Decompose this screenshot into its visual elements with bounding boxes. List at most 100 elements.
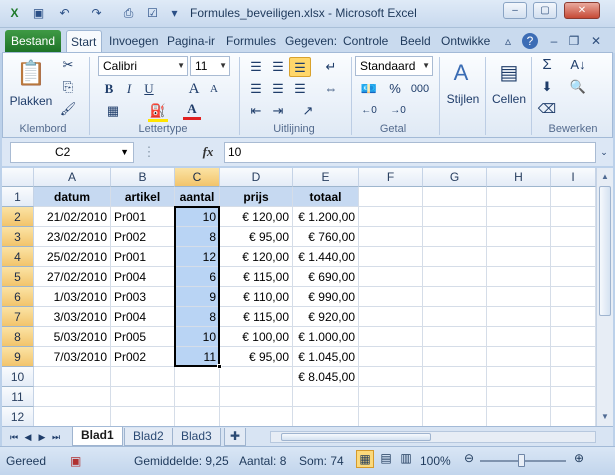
cell-a12[interactable] xyxy=(34,407,111,426)
tab-review[interactable]: Controle xyxy=(339,30,395,52)
expand-formula-bar-icon[interactable]: ⌄ xyxy=(598,144,610,160)
minimize-ribbon-icon[interactable]: ▵ xyxy=(500,33,516,49)
align-center-icon[interactable]: ☰ xyxy=(269,81,287,97)
decrease-indent-icon[interactable]: ⇤ xyxy=(247,103,265,119)
cell-f6[interactable] xyxy=(359,287,423,307)
zoom-slider-handle[interactable] xyxy=(518,454,525,467)
align-top-icon[interactable]: ☰ xyxy=(247,59,265,75)
cell-g6[interactable] xyxy=(423,287,487,307)
cell-b8[interactable]: Pr005 xyxy=(111,327,175,347)
format-painter-icon[interactable]: 🖌 xyxy=(59,101,77,117)
percent-button[interactable]: % xyxy=(387,81,403,97)
cell-i11[interactable] xyxy=(551,387,596,407)
cell-f2[interactable] xyxy=(359,207,423,227)
cell-f11[interactable] xyxy=(359,387,423,407)
cell-f8[interactable] xyxy=(359,327,423,347)
cell-b4[interactable]: Pr001 xyxy=(111,247,175,267)
cell-i7[interactable] xyxy=(551,307,596,327)
number-format-dropdown[interactable]: Standaard ▼ xyxy=(355,56,433,76)
autosum-icon[interactable]: Σ xyxy=(537,57,557,73)
cell-h6[interactable] xyxy=(487,287,551,307)
cell-i5[interactable] xyxy=(551,267,596,287)
column-header-c[interactable]: C xyxy=(175,168,220,187)
row-header-9[interactable]: 9 xyxy=(2,347,34,367)
cell-h3[interactable] xyxy=(487,227,551,247)
cell-g1[interactable] xyxy=(423,187,487,207)
cell-b3[interactable]: Pr002 xyxy=(111,227,175,247)
cell-g2[interactable] xyxy=(423,207,487,227)
page-layout-view-icon[interactable]: ▤ xyxy=(378,451,394,465)
spreadsheet-grid[interactable]: A B C D E F G H I 1 datum artikel aantal prijs totaal 2… xyxy=(2,168,596,426)
cell-f9[interactable] xyxy=(359,347,423,367)
cell-g7[interactable] xyxy=(423,307,487,327)
cell-e10[interactable]: € 8.045,00 xyxy=(293,367,359,387)
cell-f4[interactable] xyxy=(359,247,423,267)
window-minimize-icon[interactable]: ‒ xyxy=(546,33,562,49)
cell-a5[interactable]: 27/02/2010 xyxy=(34,267,111,287)
wrap-text-icon[interactable]: ↵ xyxy=(321,59,341,75)
cell-e3[interactable]: € 760,00 xyxy=(293,227,359,247)
cell-b1[interactable]: artikel xyxy=(111,187,175,207)
cell-i2[interactable] xyxy=(551,207,596,227)
cell-d12[interactable] xyxy=(220,407,293,426)
cell-e2[interactable]: € 1.200,00 xyxy=(293,207,359,227)
borders-icon[interactable]: ▦ xyxy=(101,103,125,119)
undo-icon[interactable]: ↶ xyxy=(56,5,73,22)
cell-a8[interactable]: 5/03/2010 xyxy=(34,327,111,347)
tab-view[interactable]: Beeld xyxy=(396,30,435,52)
prev-sheet-icon[interactable]: ◀ xyxy=(22,429,34,445)
styles-icon[interactable]: A xyxy=(447,59,475,87)
cell-a3[interactable]: 23/02/2010 xyxy=(34,227,111,247)
cell-i9[interactable] xyxy=(551,347,596,367)
cell-b11[interactable] xyxy=(111,387,175,407)
maximize-button[interactable]: ▢ xyxy=(533,2,557,19)
cell-c11[interactable] xyxy=(175,387,220,407)
insert-function-button[interactable]: fx xyxy=(198,144,218,160)
cell-g12[interactable] xyxy=(423,407,487,426)
column-header-b[interactable]: B xyxy=(111,168,175,187)
hscroll-thumb[interactable] xyxy=(281,433,431,441)
row-header-11[interactable]: 11 xyxy=(2,387,34,407)
cell-b2[interactable]: Pr001 xyxy=(111,207,175,227)
cell-g4[interactable] xyxy=(423,247,487,267)
sheet-tab-blad3[interactable]: Blad3 xyxy=(172,428,221,446)
cell-b5[interactable]: Pr004 xyxy=(111,267,175,287)
insert-sheet-icon[interactable]: ✚ xyxy=(224,428,247,446)
cell-h4[interactable] xyxy=(487,247,551,267)
clear-icon[interactable]: ⌫ xyxy=(537,101,557,117)
cell-c1[interactable]: aantal xyxy=(175,187,220,207)
next-sheet-icon[interactable]: ▶ xyxy=(36,429,48,445)
vertical-scrollbar[interactable]: ▲ ▼ xyxy=(596,168,613,426)
cell-f3[interactable] xyxy=(359,227,423,247)
customize-toolbar-icon[interactable]: ▾ xyxy=(166,5,183,22)
column-header-i[interactable]: I xyxy=(551,168,596,187)
tab-insert[interactable]: Invoegen xyxy=(105,30,162,52)
row-header-10[interactable]: 10 xyxy=(2,367,34,387)
cell-d5[interactable]: € 115,00 xyxy=(220,267,293,287)
redo-icon[interactable]: ↷ xyxy=(88,5,105,22)
name-box[interactable]: C2 ▼ xyxy=(10,142,134,163)
cell-f7[interactable] xyxy=(359,307,423,327)
row-header-1[interactable]: 1 xyxy=(2,187,34,207)
page-break-view-icon[interactable]: ▥ xyxy=(398,451,414,465)
find-select-icon[interactable]: 🔍 xyxy=(565,79,591,95)
orientation-icon[interactable]: ↗ xyxy=(295,103,321,119)
cell-d3[interactable]: € 95,00 xyxy=(220,227,293,247)
cell-g8[interactable] xyxy=(423,327,487,347)
fill-handle[interactable] xyxy=(217,364,222,369)
excel-logo-icon[interactable]: X xyxy=(6,5,23,22)
thousands-separator-button[interactable]: 000 xyxy=(408,81,432,97)
cell-c5[interactable]: 6 xyxy=(175,267,220,287)
tab-file[interactable]: Bestand xyxy=(5,30,61,52)
cell-d1[interactable]: prijs xyxy=(220,187,293,207)
scroll-down-icon[interactable]: ▼ xyxy=(598,410,612,424)
cell-c4[interactable]: 12 xyxy=(175,247,220,267)
cell-d4[interactable]: € 120,00 xyxy=(220,247,293,267)
cell-g9[interactable] xyxy=(423,347,487,367)
print-preview-icon[interactable]: ⎙ xyxy=(120,5,137,22)
cell-g10[interactable] xyxy=(423,367,487,387)
select-all-corner[interactable] xyxy=(2,168,34,187)
column-header-g[interactable]: G xyxy=(423,168,487,187)
fill-color-icon[interactable]: ⛽ xyxy=(148,103,168,122)
cell-c6[interactable]: 9 xyxy=(175,287,220,307)
